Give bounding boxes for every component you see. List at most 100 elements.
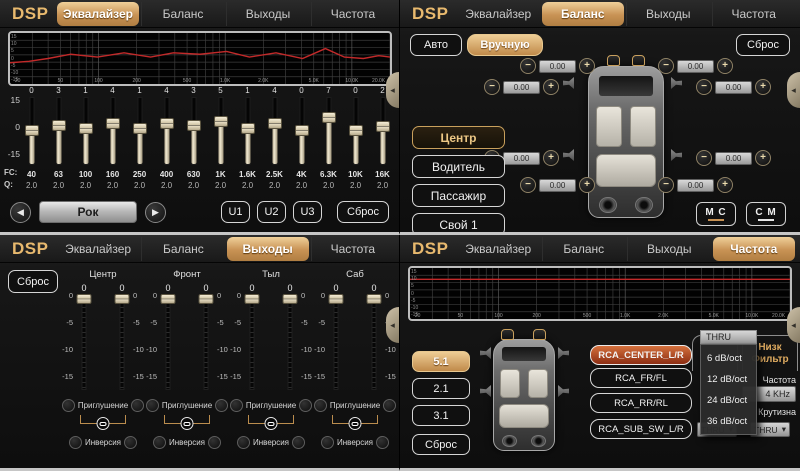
slope-option[interactable]: 36 dB/oct	[701, 411, 756, 432]
slider-knob[interactable]	[77, 294, 92, 304]
slider-knob[interactable]	[268, 118, 282, 129]
eq-gain-slider[interactable]	[45, 98, 72, 164]
output-level-slider[interactable]: 00-5-10-15	[323, 283, 349, 395]
mute-checkbox[interactable]	[314, 399, 327, 412]
plus-button[interactable]: +	[717, 177, 733, 193]
rca-output-button[interactable]: RCA_FR/FL	[590, 368, 692, 388]
mute-checkbox[interactable]	[215, 399, 228, 412]
position-button-1[interactable]: Центр	[412, 126, 505, 149]
balance-auto-button[interactable]: Авто	[410, 34, 462, 56]
eq-gain-slider[interactable]	[72, 98, 99, 164]
plus-button[interactable]: +	[755, 79, 771, 95]
position-button-4[interactable]: Свой 1	[412, 213, 505, 235]
plus-button[interactable]: +	[717, 58, 733, 74]
plus-button[interactable]: +	[579, 177, 595, 193]
balance-manual-button[interactable]: Вручную	[467, 34, 543, 56]
minus-button[interactable]: −	[520, 177, 536, 193]
drawer-handle[interactable]: ◂	[386, 307, 399, 343]
tab-outputs[interactable]: Выходы	[627, 237, 711, 261]
slope-option[interactable]: 12 dB/oct	[701, 369, 756, 390]
output-level-slider[interactable]: 00-5-10-15	[109, 283, 135, 395]
preset-display[interactable]: Рок	[39, 201, 137, 223]
minus-button[interactable]: −	[658, 58, 674, 74]
slider-knob[interactable]	[106, 118, 120, 129]
plus-button[interactable]: +	[755, 150, 771, 166]
eq-gain-slider[interactable]	[234, 98, 261, 164]
reset-button[interactable]: Сброс	[736, 34, 790, 56]
invert-checkbox[interactable]	[321, 436, 334, 449]
link-icon[interactable]	[265, 417, 278, 430]
slider-knob[interactable]	[329, 294, 344, 304]
slider-knob[interactable]	[161, 294, 176, 304]
slope-dropdown-selected[interactable]: THRU	[700, 330, 757, 344]
link-icon[interactable]	[97, 417, 110, 430]
mute-checkbox[interactable]	[146, 399, 159, 412]
drawer-handle[interactable]: ◂	[787, 307, 800, 343]
rca-output-button[interactable]: RCA_SUB_SW_L/R	[590, 419, 692, 439]
tab-equalizer[interactable]: Эквалайзер	[57, 237, 139, 261]
eq-gain-slider[interactable]	[180, 98, 207, 164]
minus-button[interactable]: −	[696, 150, 712, 166]
invert-checkbox[interactable]	[69, 436, 82, 449]
memory-button-u3[interactable]: U3	[293, 201, 322, 223]
position-button-2[interactable]: Водитель	[412, 155, 505, 178]
reset-button[interactable]: Сброс	[412, 434, 470, 455]
slider-knob[interactable]	[241, 123, 255, 134]
eq-gain-slider[interactable]	[207, 98, 234, 164]
mute-checkbox[interactable]	[230, 399, 243, 412]
eq-gain-slider[interactable]	[369, 98, 396, 164]
output-level-slider[interactable]: 00-5-10-15	[277, 283, 303, 395]
minus-button[interactable]: −	[484, 79, 500, 95]
minus-button[interactable]: −	[658, 177, 674, 193]
channel-mode-5.1[interactable]: 5.1	[412, 351, 470, 372]
position-button-3[interactable]: Пассажир	[412, 184, 505, 207]
tab-equalizer[interactable]: Эквалайзер	[57, 2, 139, 26]
eq-gain-slider[interactable]	[261, 98, 288, 164]
eq-gain-slider[interactable]	[342, 98, 369, 164]
output-level-slider[interactable]: 00-5-10-15	[155, 283, 181, 395]
tab-balance[interactable]: Баланс	[141, 2, 224, 26]
preset-prev-button[interactable]: ◀	[10, 202, 31, 223]
output-level-slider[interactable]: 00-5-10-15	[239, 283, 265, 395]
eq-gain-slider[interactable]	[153, 98, 180, 164]
slope-option[interactable]: 24 dB/oct	[701, 390, 756, 411]
tab-balance[interactable]: Баланс	[542, 237, 626, 261]
tab-outputs[interactable]: Выходы	[626, 2, 710, 26]
invert-checkbox[interactable]	[208, 436, 221, 449]
slider-knob[interactable]	[367, 294, 382, 304]
mute-checkbox[interactable]	[383, 399, 396, 412]
slider-knob[interactable]	[115, 294, 130, 304]
eq-gain-slider[interactable]	[18, 98, 45, 164]
tab-equalizer[interactable]: Эквалайзер	[457, 2, 540, 26]
drawer-handle[interactable]: ◂	[386, 72, 399, 108]
tab-outputs[interactable]: Выходы	[227, 237, 309, 261]
rca-output-button[interactable]: RCA_RR/RL	[590, 393, 692, 413]
reset-button[interactable]: Сброс	[8, 270, 58, 293]
channel-mode-3.1[interactable]: 3.1	[412, 405, 470, 426]
invert-checkbox[interactable]	[124, 436, 137, 449]
drawer-handle[interactable]: ◂	[787, 72, 800, 108]
tab-frequency[interactable]: Частота	[311, 2, 394, 26]
invert-checkbox[interactable]	[153, 436, 166, 449]
memory-button-u2[interactable]: U2	[257, 201, 286, 223]
invert-checkbox[interactable]	[237, 436, 250, 449]
invert-checkbox[interactable]	[292, 436, 305, 449]
slider-knob[interactable]	[214, 116, 228, 127]
cm-order-button[interactable]: C M	[746, 202, 786, 226]
eq-gain-slider[interactable]	[288, 98, 315, 164]
slider-knob[interactable]	[52, 120, 66, 131]
slider-knob[interactable]	[160, 118, 174, 129]
preset-next-button[interactable]: ▶	[145, 202, 166, 223]
output-level-slider[interactable]: 00-5-10-15	[361, 283, 387, 395]
tab-frequency[interactable]: Частота	[311, 237, 394, 261]
plus-button[interactable]: +	[543, 79, 559, 95]
output-level-slider[interactable]: 00-5-10-15	[193, 283, 219, 395]
link-icon[interactable]	[349, 417, 362, 430]
mute-checkbox[interactable]	[62, 399, 75, 412]
slider-knob[interactable]	[79, 123, 93, 134]
channel-mode-2.1[interactable]: 2.1	[412, 378, 470, 399]
slider-knob[interactable]	[283, 294, 298, 304]
tab-frequency[interactable]: Частота	[713, 237, 796, 261]
rca-output-button[interactable]: RCA_CENTER_L/R	[590, 345, 692, 365]
mute-checkbox[interactable]	[131, 399, 144, 412]
